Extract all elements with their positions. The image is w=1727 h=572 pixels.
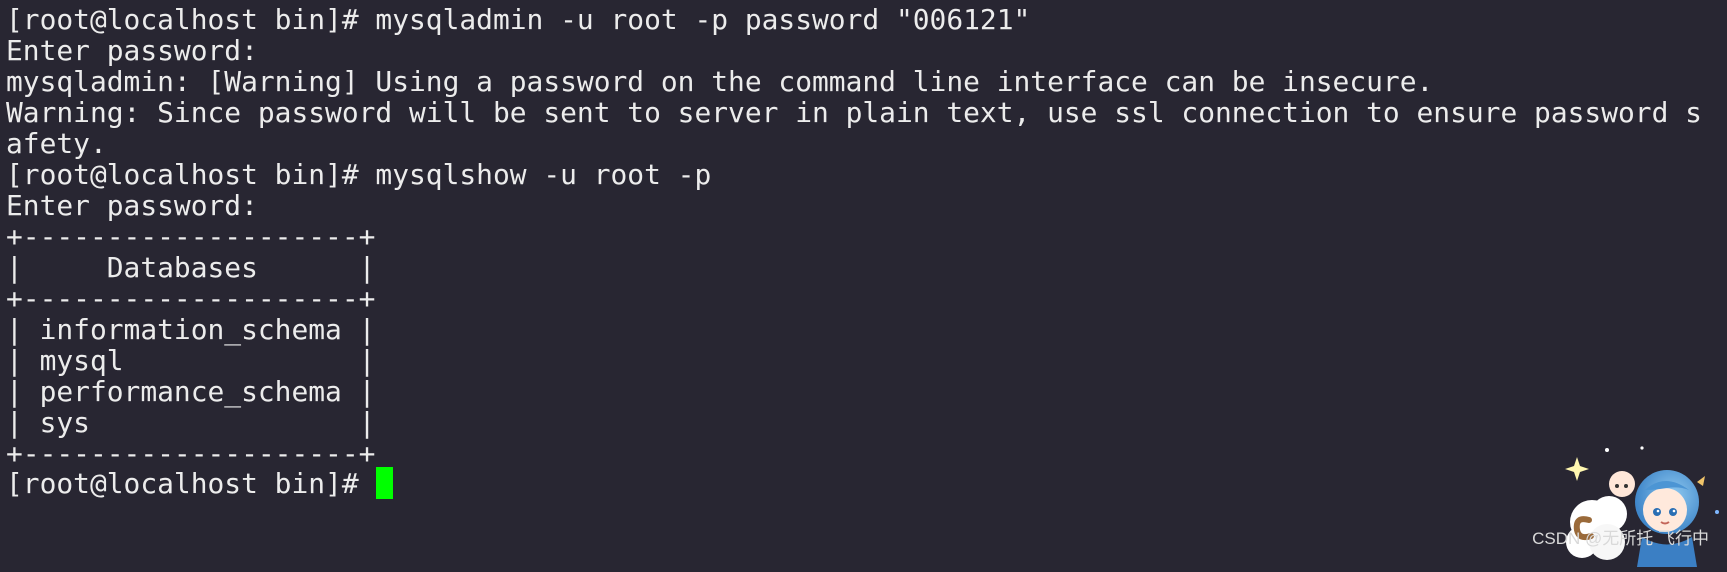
terminal-line-warning-ssl: Warning: Since password will be sent to …	[6, 96, 1702, 129]
table-border-header: +--------------------+	[6, 282, 376, 315]
table-border-bottom: +--------------------+	[6, 437, 376, 470]
watermark-text: CSDN @无所托 飞行中	[1532, 529, 1709, 548]
terminal-line-enter-password-2: Enter password:	[6, 189, 258, 222]
table-row-sys: | sys |	[6, 406, 376, 439]
terminal-line-mysqladmin-command: [root@localhost bin]# mysqladmin -u root…	[6, 3, 1031, 36]
shell-prompt: [root@localhost bin]#	[6, 467, 359, 500]
table-row-performance-schema: | performance_schema |	[6, 375, 376, 408]
terminal-line-warning-insecure: mysqladmin: [Warning] Using a password o…	[6, 65, 1434, 98]
terminal-window[interactable]: [root@localhost bin]# mysqladmin -u root…	[0, 0, 1727, 567]
table-header-databases: | Databases |	[6, 251, 376, 284]
table-row-information-schema: | information_schema |	[6, 313, 376, 346]
terminal-line-mysqlshow-command: [root@localhost bin]# mysqlshow -u root …	[6, 158, 712, 191]
terminal-line-warning-ssl-wrap: afety.	[6, 127, 107, 160]
table-row-mysql: | mysql |	[6, 344, 376, 377]
watermark: CSDN @无所托 飞行中	[1532, 442, 1727, 567]
terminal-prompt-line[interactable]: [root@localhost bin]#	[6, 467, 393, 501]
table-border-top: +--------------------+	[6, 220, 376, 253]
terminal-cursor	[375, 467, 393, 499]
terminal-line-enter-password: Enter password:	[6, 34, 258, 67]
